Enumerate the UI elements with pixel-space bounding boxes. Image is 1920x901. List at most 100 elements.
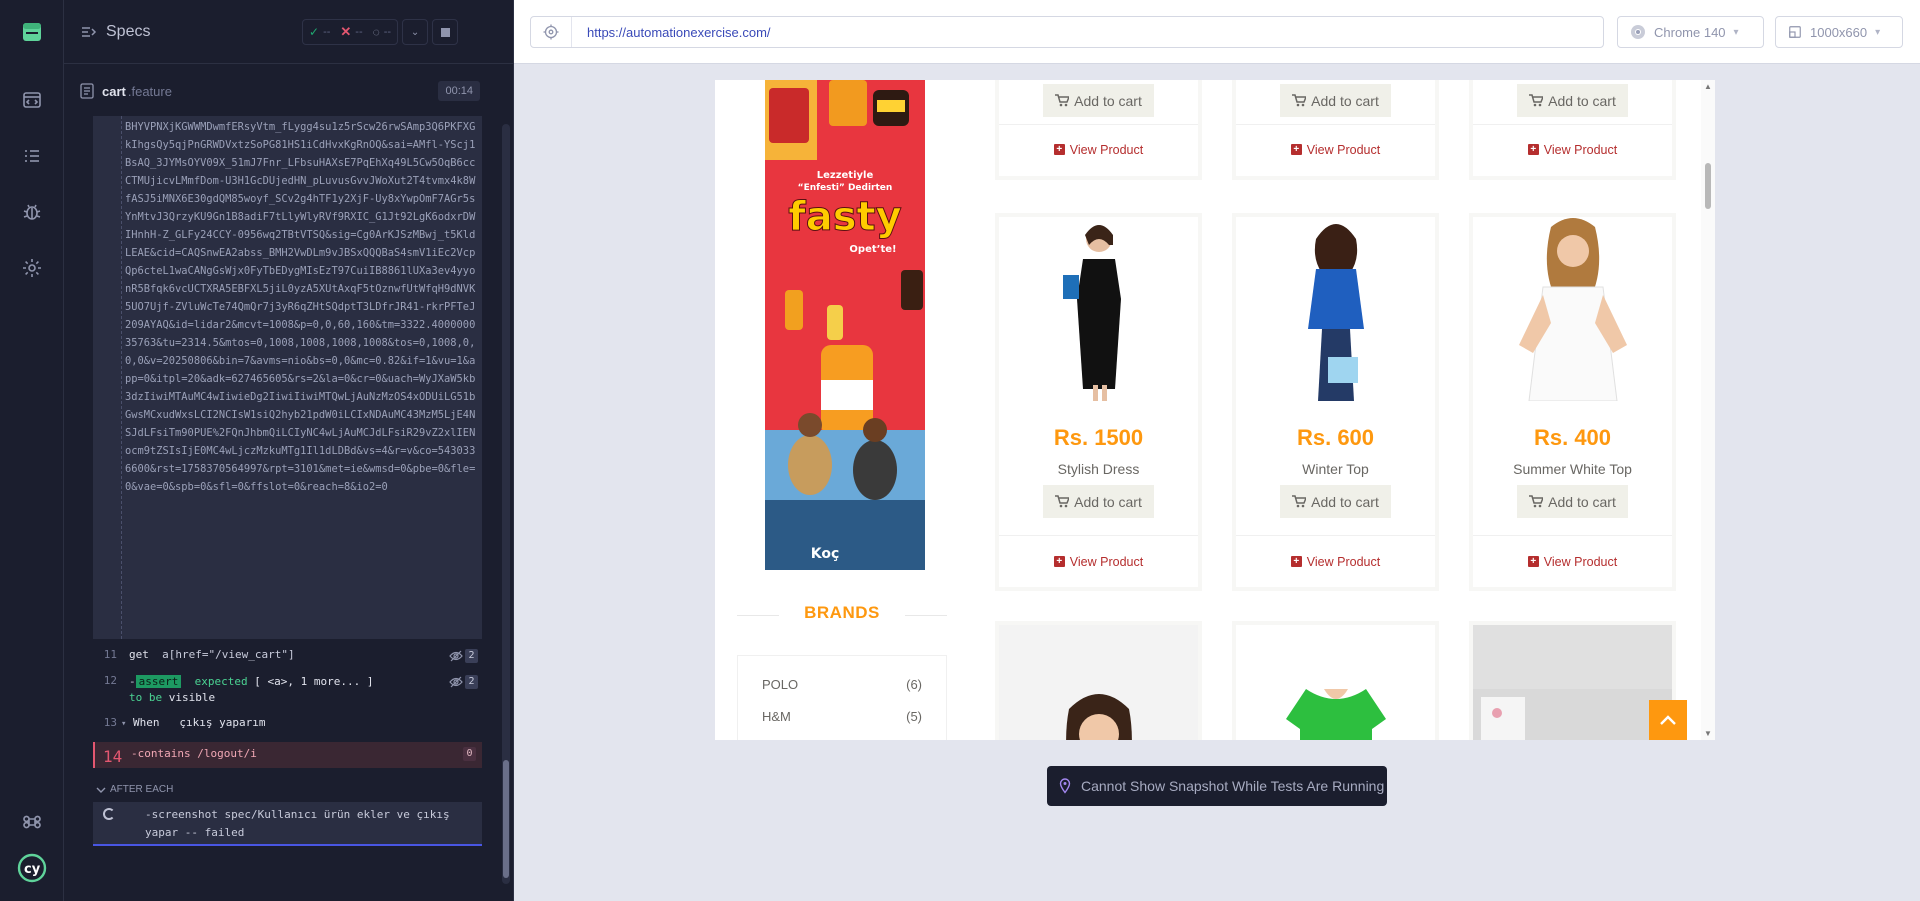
- add-to-cart-label: Add to cart: [1311, 493, 1379, 510]
- specs-title[interactable]: Specs: [106, 23, 150, 41]
- shopping-cart-icon: [1292, 94, 1307, 107]
- view-product-link[interactable]: + View Product: [999, 535, 1198, 587]
- product-image[interactable]: [1236, 625, 1435, 740]
- aut-url[interactable]: https://automationexercise.com/: [587, 25, 771, 40]
- ad-line1: Lezzetiyle: [817, 170, 874, 181]
- plus-square-icon: +: [1290, 556, 1302, 567]
- assert-expected: expected: [194, 675, 248, 688]
- debug-nav-icon[interactable]: [16, 196, 48, 228]
- after-each-label[interactable]: AFTER EACH: [110, 784, 173, 795]
- assert-subject: [ <a>, 1 more... ]: [254, 675, 374, 688]
- hidden-elements-badge: 2: [449, 675, 478, 689]
- chevron-down-icon[interactable]: [96, 786, 106, 794]
- plus-square-icon: +: [1527, 144, 1539, 155]
- chrome-icon: [1631, 25, 1645, 39]
- product-price: Rs. 600: [1296, 425, 1375, 450]
- command-text: -contains /logout/i: [131, 747, 257, 760]
- selector-playground-icon[interactable]: [543, 24, 559, 40]
- product-image[interactable]: [1473, 217, 1672, 401]
- pending-circle-icon: ◌: [372, 25, 380, 39]
- expand-chevron-button[interactable]: ⌄: [402, 19, 429, 45]
- add-to-cart-label: Add to cart: [1548, 92, 1616, 109]
- add-to-cart-label: Add to cart: [1074, 92, 1142, 109]
- add-to-cart-button[interactable]: Add to cart: [1280, 485, 1391, 518]
- command-row-contains-failed[interactable]: 14 -contains /logout/i 0: [93, 742, 482, 768]
- brands-heading: BRANDS: [804, 603, 880, 622]
- view-product-label: View Product: [1306, 554, 1381, 569]
- product-image[interactable]: [999, 217, 1198, 401]
- url-divider: [571, 17, 572, 47]
- assert-label: assert: [135, 675, 182, 688]
- viewport-selector[interactable]: 1000x660 ▾: [1775, 16, 1903, 48]
- eye-slash-icon: [449, 676, 463, 688]
- ad-tagline: Opet’te!: [849, 244, 896, 255]
- element-count: 2: [465, 649, 478, 663]
- command-log-scrollbar[interactable]: [502, 124, 510, 884]
- specs-nav-icon[interactable]: [16, 84, 48, 116]
- view-product-link[interactable]: + View Product: [1236, 124, 1435, 174]
- view-product-label: View Product: [1069, 142, 1144, 157]
- product-image[interactable]: [1473, 625, 1672, 740]
- shopping-cart-icon: [1292, 495, 1307, 508]
- plus-square-icon: +: [1053, 144, 1065, 155]
- app-logo-icon[interactable]: [16, 16, 48, 48]
- add-to-cart-button[interactable]: Add to cart: [1043, 485, 1154, 518]
- hidden-elements-badge: 2: [449, 649, 478, 663]
- product-card: [1232, 621, 1439, 740]
- brand-item-hm[interactable]: H&M (5): [762, 709, 922, 724]
- product-image[interactable]: [999, 625, 1198, 740]
- add-to-cart-button[interactable]: Add to cart: [1517, 84, 1628, 117]
- command-name: get: [129, 648, 149, 661]
- scrollbar-thumb[interactable]: [503, 760, 509, 878]
- fasty-ad-image: Lezzetiyle “Enfesti” Dedirten fasty Opet…: [765, 80, 925, 570]
- stop-square-icon: [440, 27, 450, 37]
- browser-selector[interactable]: Chrome 140 ▾: [1617, 16, 1764, 48]
- view-product-label: View Product: [1306, 142, 1381, 157]
- scrollbar-thumb[interactable]: [1705, 163, 1711, 209]
- scroll-to-top-button[interactable]: [1649, 700, 1687, 740]
- product-name: Summer White Top: [1513, 461, 1632, 477]
- screenshot-command-text: -screenshot spec/Kullanıcı ürün ekler ve…: [145, 808, 450, 839]
- url-bar[interactable]: https://automationexercise.com/: [530, 16, 1604, 48]
- product-price: Rs. 1500: [1053, 425, 1144, 450]
- add-to-cart-label: Add to cart: [1311, 92, 1379, 109]
- spec-duration: 00:14: [438, 81, 480, 101]
- view-product-link[interactable]: + View Product: [1473, 535, 1672, 587]
- element-count: 2: [465, 675, 478, 689]
- brand-item-polo[interactable]: POLO (6): [762, 677, 922, 692]
- command-row-screenshot[interactable]: -screenshot spec/Kullanıcı ürün ekler ve…: [93, 802, 482, 846]
- cypress-logo-icon[interactable]: cy: [16, 852, 48, 884]
- page-scrollbar[interactable]: ▲ ▼: [1701, 80, 1715, 740]
- brands-list: POLO (6) H&M (5): [737, 655, 947, 740]
- snapshot-message-text: Cannot Show Snapshot While Tests Are Run…: [1081, 778, 1385, 794]
- view-product-link[interactable]: + View Product: [1236, 535, 1435, 587]
- scroll-down-arrow-icon[interactable]: ▼: [1704, 729, 1712, 738]
- scroll-up-arrow-icon[interactable]: ▲: [1704, 82, 1712, 91]
- view-product-link[interactable]: + View Product: [999, 124, 1198, 174]
- add-to-cart-button[interactable]: Add to cart: [1043, 84, 1154, 117]
- snapshot-message: Cannot Show Snapshot While Tests Are Run…: [1047, 766, 1387, 806]
- product-photo-dress: [1062, 225, 1121, 401]
- add-to-cart-button[interactable]: Add to cart: [1517, 485, 1628, 518]
- aut-iframe[interactable]: Lezzetiyle “Enfesti” Dedirten fasty Opet…: [715, 80, 1715, 740]
- advertisement-banner[interactable]: Lezzetiyle “Enfesti” Dedirten fasty Opet…: [765, 80, 925, 570]
- product-name: Winter Top: [1302, 461, 1369, 477]
- view-product-link[interactable]: + View Product: [1473, 124, 1672, 174]
- runs-nav-icon[interactable]: [16, 140, 48, 172]
- command-row-get[interactable]: 11 get a[href="/view_cart"] 2: [93, 648, 482, 668]
- command-message-block[interactable]: BHYVPNXjKGWWMDwmfERsyVtm_fLygg4su1z5rScw…: [93, 116, 482, 639]
- keyboard-shortcuts-icon[interactable]: [16, 806, 48, 838]
- stop-button[interactable]: [432, 19, 459, 45]
- step-row-when[interactable]: 13 ▾ When çıkış yaparım: [93, 716, 482, 736]
- plus-square-icon: +: [1053, 556, 1065, 567]
- product-image[interactable]: [1236, 217, 1435, 401]
- add-to-cart-button[interactable]: Add to cart: [1280, 84, 1391, 117]
- product-photo: [1066, 694, 1132, 740]
- pin-icon: [1059, 778, 1071, 794]
- settings-gear-icon[interactable]: [16, 252, 48, 284]
- shopping-cart-icon: [1529, 495, 1544, 508]
- brand-count: (6): [906, 677, 922, 692]
- specs-list-icon[interactable]: [80, 23, 98, 41]
- spec-name[interactable]: cart: [102, 84, 126, 99]
- command-row-assert[interactable]: 12 - assert expected [ <a>, 1 more... ] t…: [93, 674, 482, 710]
